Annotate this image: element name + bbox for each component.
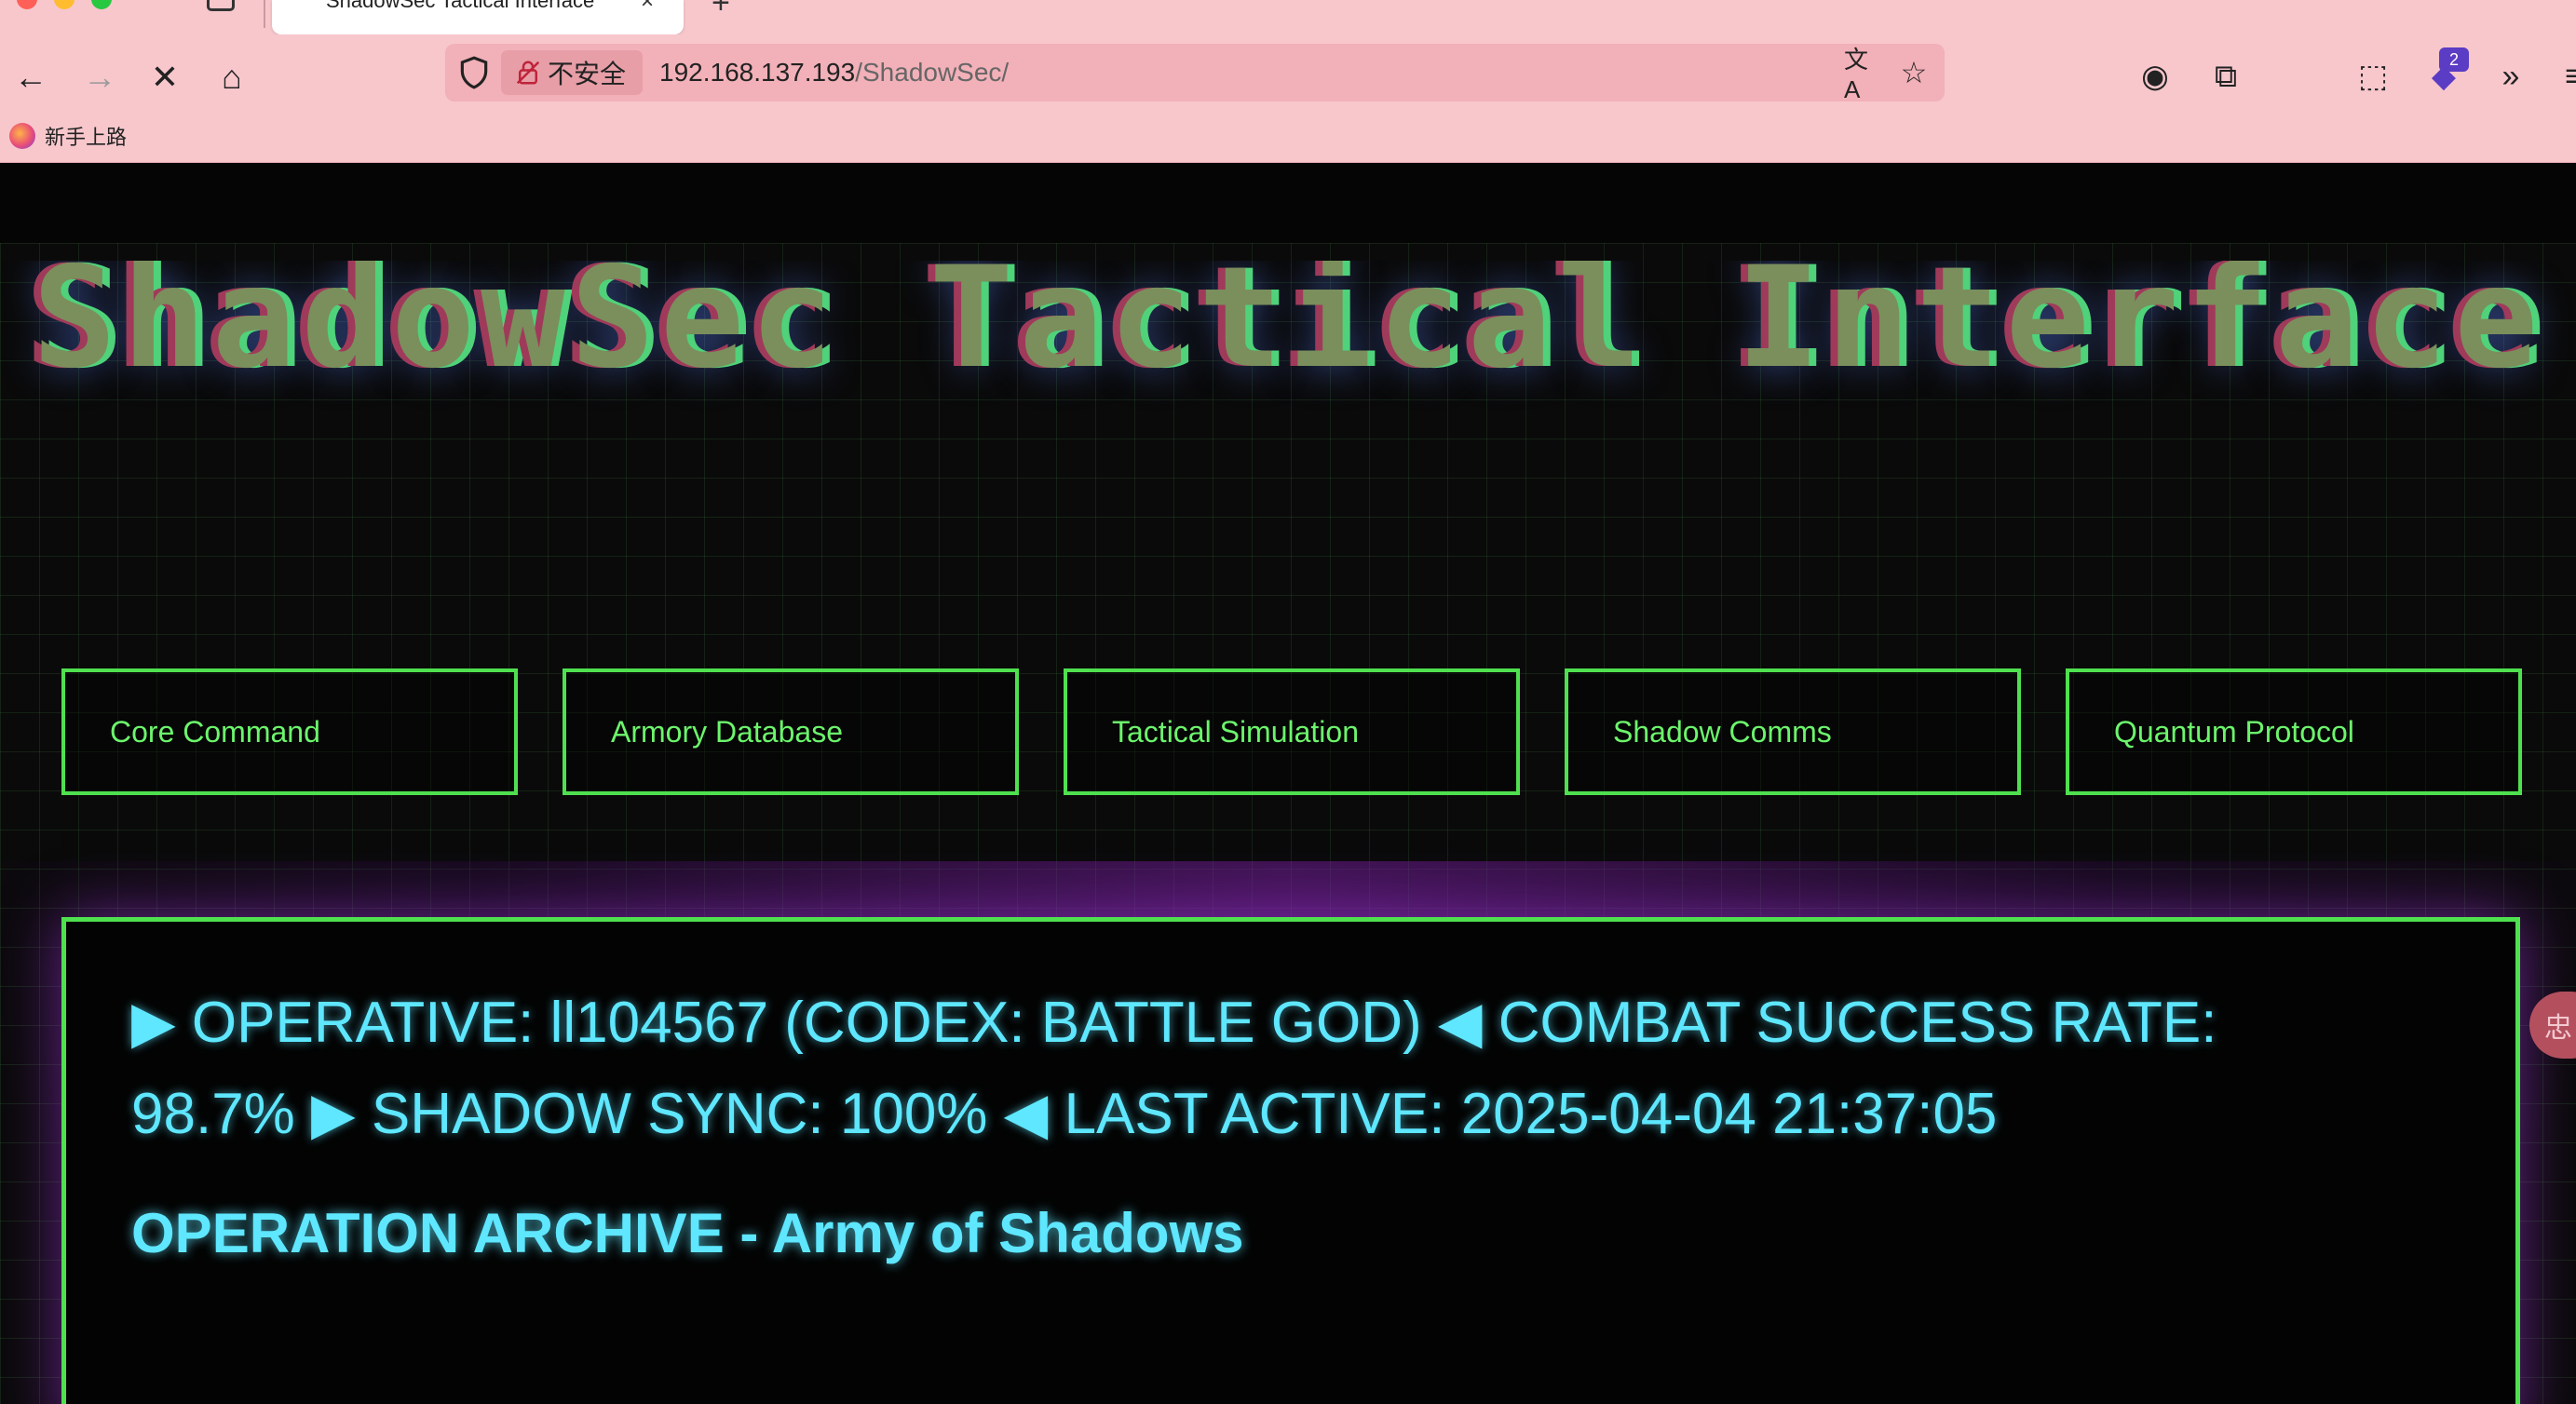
- extension-badge: 2: [2439, 47, 2469, 72]
- nav-label: Core Command: [110, 714, 320, 749]
- tab-overview-icon[interactable]: [207, 0, 235, 11]
- nav-tactical-simulation[interactable]: Tactical Simulation: [1064, 668, 1520, 795]
- home-icon[interactable]: ⌂: [205, 50, 259, 104]
- web-page: ShadowSec Tactical Interface Core Comman…: [0, 163, 2576, 1404]
- tab-close-icon[interactable]: ×: [641, 0, 654, 15]
- url-text[interactable]: 192.168.137.193/ShadowSec/: [659, 58, 1009, 88]
- nav-core-command[interactable]: Core Command: [61, 668, 518, 795]
- tab-active[interactable]: ShadowSec Tactical Interface ×: [272, 0, 684, 34]
- operative-panel: ▶ OPERATIVE: ll104567 (CODEX: BATTLE GOD…: [61, 917, 2520, 1404]
- security-label: 不安全: [548, 60, 627, 88]
- extensions-icon[interactable]: ⬚: [2347, 50, 2399, 102]
- archive-heading: OPERATION ARCHIVE - Army of Shadows: [131, 1202, 1244, 1264]
- new-tab-button[interactable]: +: [712, 0, 730, 21]
- translate-icon[interactable]: 文A: [1844, 46, 1883, 103]
- side-widget-label: 忠: [2544, 1013, 2572, 1044]
- close-window-button[interactable]: [17, 0, 37, 9]
- firefox-icon: [9, 123, 35, 149]
- account-icon[interactable]: ◉: [2129, 50, 2181, 102]
- screenshot-crop-icon[interactable]: ⧉: [2200, 50, 2252, 102]
- operative-status: ▶ OPERATIVE: ll104567 (CODEX: BATTLE GOD…: [131, 991, 2217, 1146]
- page-title: ShadowSec Tactical Interface: [32, 261, 2544, 399]
- nav-quantum-protocol[interactable]: Quantum Protocol: [2066, 668, 2522, 795]
- maximize-window-button[interactable]: [91, 0, 112, 9]
- forward-icon[interactable]: →: [73, 50, 127, 104]
- security-indicator[interactable]: 不安全: [501, 50, 644, 95]
- nav-label: Quantum Protocol: [2114, 714, 2354, 749]
- url-host: 192.168.137.193: [659, 58, 856, 87]
- bookmark-label: 新手上路: [45, 126, 128, 149]
- page-top-band: [0, 163, 2576, 243]
- overflow-menu-icon[interactable]: »: [2485, 50, 2537, 102]
- nav-armory-database[interactable]: Armory Database: [563, 668, 1019, 795]
- url-path: /ShadowSec/: [855, 58, 1010, 87]
- insecure-lock-icon: [516, 61, 540, 85]
- tracking-shield-icon[interactable]: [456, 55, 492, 90]
- main-nav: Core Command Armory Database Tactical Si…: [0, 668, 2576, 799]
- bookmarks-toolbar: 新手上路: [0, 112, 2576, 163]
- nav-label: Shadow Comms: [1613, 714, 1832, 749]
- nav-shadow-comms[interactable]: Shadow Comms: [1565, 668, 2021, 795]
- page-title-container: ShadowSec Tactical Interface: [0, 261, 2576, 447]
- tab-divider: [264, 0, 265, 28]
- stop-loading-icon[interactable]: ✕: [138, 50, 192, 104]
- tab-title: ShadowSec Tactical Interface: [326, 0, 595, 12]
- minimize-window-button[interactable]: [54, 0, 75, 9]
- bookmark-star-icon[interactable]: ☆: [1894, 53, 1933, 92]
- nav-label: Tactical Simulation: [1112, 714, 1359, 749]
- bookmark-getting-started[interactable]: 新手上路: [9, 121, 127, 151]
- back-icon[interactable]: ←: [4, 50, 58, 104]
- address-bar[interactable]: 不安全 192.168.137.193/ShadowSec/ 文A ☆: [445, 44, 1945, 103]
- navigation-toolbar: ← → ✕ ⌂ 不安全 192.168.137.193/ShadowSec/ 文…: [0, 34, 2576, 163]
- nav-label: Armory Database: [611, 714, 843, 749]
- app-menu-icon[interactable]: ≡: [2548, 50, 2576, 102]
- tab-bar: ShadowSec Tactical Interface × +: [0, 0, 2576, 34]
